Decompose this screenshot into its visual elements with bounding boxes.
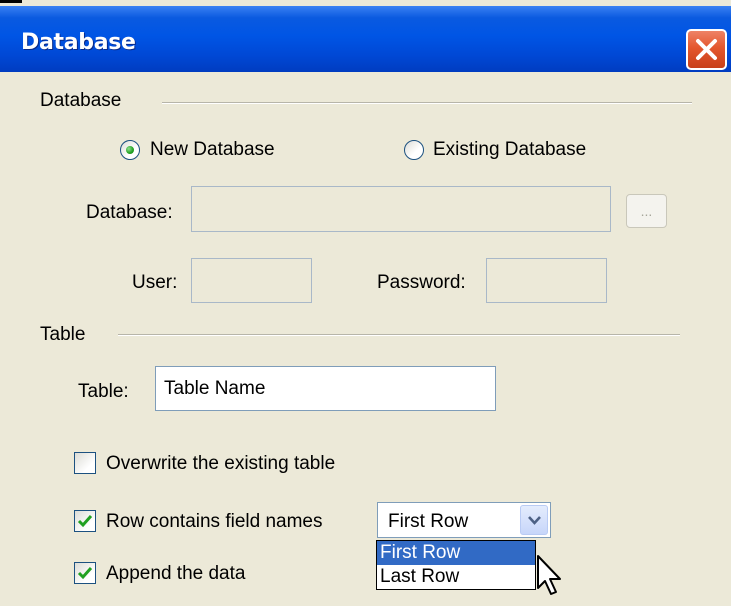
dropdown-option-last-row[interactable]: Last Row bbox=[377, 565, 535, 589]
overwrite-table-label[interactable]: Overwrite the existing table bbox=[106, 453, 335, 475]
database-dialog: Database Database New Database Existing … bbox=[0, 0, 731, 606]
field-names-row-select[interactable]: First Row bbox=[377, 502, 551, 538]
dropdown-option-first-row[interactable]: First Row bbox=[377, 541, 535, 565]
table-name-input[interactable] bbox=[156, 367, 495, 410]
user-field-label: User: bbox=[132, 272, 178, 293]
database-group-divider bbox=[162, 102, 692, 104]
new-database-radio[interactable] bbox=[120, 140, 140, 160]
existing-database-label[interactable]: Existing Database bbox=[433, 139, 586, 161]
chevron-down-icon bbox=[528, 516, 541, 525]
password-input-box[interactable] bbox=[486, 258, 607, 303]
existing-database-radio[interactable] bbox=[404, 140, 424, 160]
checkmark-icon bbox=[77, 567, 93, 580]
title-bar[interactable]: Database bbox=[0, 6, 731, 72]
row-contains-field-names-label[interactable]: Row contains field names bbox=[106, 511, 323, 533]
user-input[interactable] bbox=[192, 259, 311, 302]
table-name-input-box[interactable] bbox=[155, 366, 496, 411]
field-names-row-dropdown: First Row Last Row bbox=[376, 540, 536, 590]
window-title: Database bbox=[21, 30, 136, 55]
overwrite-table-checkbox[interactable] bbox=[74, 452, 96, 474]
database-group-label: Database bbox=[40, 90, 122, 111]
checkmark-icon bbox=[77, 515, 93, 528]
database-field-label: Database: bbox=[86, 202, 173, 223]
password-input[interactable] bbox=[487, 259, 606, 302]
append-data-checkbox[interactable] bbox=[74, 562, 96, 584]
user-input-box[interactable] bbox=[191, 258, 312, 303]
top-edge bbox=[0, 0, 22, 3]
append-data-label[interactable]: Append the data bbox=[106, 563, 245, 585]
table-group-label: Table bbox=[40, 324, 86, 345]
mouse-pointer-icon bbox=[537, 555, 561, 595]
dialog-body: Database New Database Existing Database … bbox=[0, 72, 731, 606]
row-contains-field-names-checkbox[interactable] bbox=[74, 510, 96, 532]
database-path-input[interactable] bbox=[192, 187, 610, 231]
field-names-row-select-value: First Row bbox=[388, 511, 469, 532]
browse-button[interactable]: ... bbox=[626, 194, 667, 228]
new-database-label[interactable]: New Database bbox=[150, 139, 275, 161]
password-field-label: Password: bbox=[377, 272, 466, 293]
close-button[interactable] bbox=[686, 29, 727, 70]
table-group-divider bbox=[118, 334, 680, 336]
select-dropdown-button[interactable] bbox=[520, 505, 548, 535]
radio-selected-dot bbox=[126, 146, 134, 154]
database-path-input-box[interactable] bbox=[191, 186, 611, 232]
table-field-label: Table: bbox=[78, 381, 129, 402]
close-icon bbox=[696, 39, 717, 60]
